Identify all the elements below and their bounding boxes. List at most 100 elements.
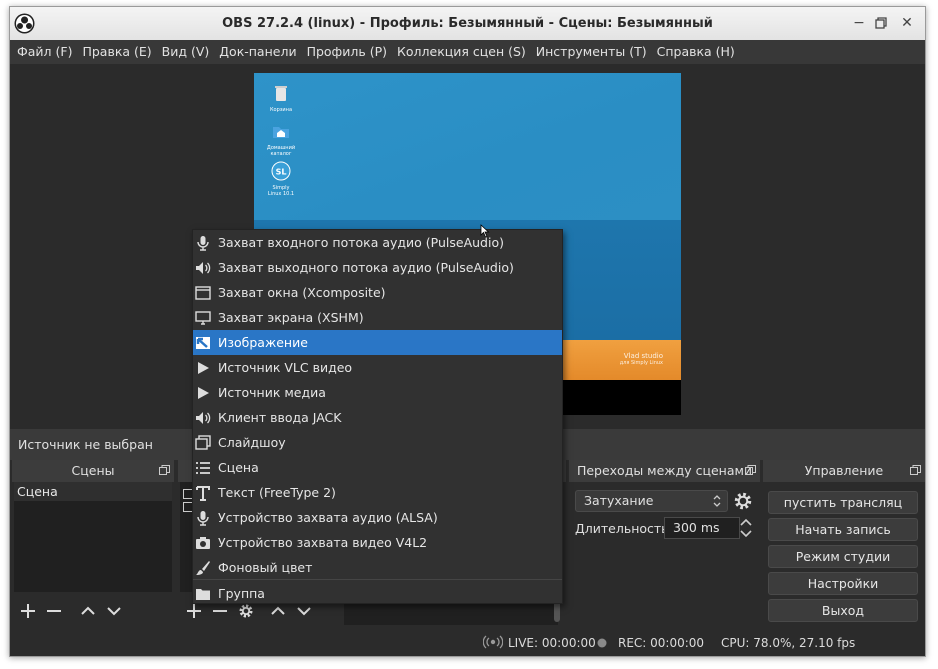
move-source-down-button[interactable] xyxy=(294,601,314,621)
menu-item-label: Слайдшоу xyxy=(218,435,286,450)
menu-item-color-source[interactable]: Фоновый цвет xyxy=(193,555,562,580)
remove-scene-button[interactable] xyxy=(44,601,64,621)
menu-item-audio-output-pulse[interactable]: Захват выходного потока аудио (PulseAudi… xyxy=(193,255,562,280)
menu-item-vlc-source[interactable]: Источник VLC видео xyxy=(193,355,562,380)
plus-icon xyxy=(187,604,201,618)
menu-file[interactable]: Файл (F) xyxy=(12,40,77,64)
window-title: OBS 27.2.4 (linux) - Профиль: Безымянный… xyxy=(222,16,713,31)
scenes-toolbar xyxy=(14,597,124,625)
window-icon xyxy=(195,286,211,300)
close-icon[interactable]: ✕ xyxy=(896,13,918,33)
wallpaper-watermark: Vlad studio для Simply Linux xyxy=(620,353,663,367)
menu-help[interactable]: Справка (H) xyxy=(652,40,740,64)
rec-timer: REC: 00:00:00 xyxy=(618,636,705,650)
transitions-dock-title: Переходы между сценами xyxy=(569,460,760,482)
home-folder-icon xyxy=(273,127,289,138)
microphone-icon xyxy=(197,511,209,526)
obs-logo-icon xyxy=(14,13,35,34)
menu-item-label: Клиент ввода JACK xyxy=(218,410,342,425)
duration-spinbox[interactable]: 300 ms xyxy=(664,517,740,539)
status-bar: LIVE: 00:00:00 REC: 00:00:00 CPU: 78.0%,… xyxy=(10,625,925,656)
maximize-icon[interactable] xyxy=(870,13,892,33)
menu-item-jack-client[interactable]: Клиент ввода JACK xyxy=(193,405,562,430)
menu-item-window-capture[interactable]: Захват окна (Xcomposite) xyxy=(193,280,562,305)
controls-dock: Управление пустить трансляц Начать запис… xyxy=(763,460,925,625)
desktop-simply: SL Simply Linux 10.1 xyxy=(266,161,296,197)
menu-item-label: Изображение xyxy=(218,335,308,350)
live-timer: LIVE: 00:00:00 xyxy=(508,636,596,650)
desktop-icon-label: Корзина xyxy=(269,107,293,113)
menu-item-label: Группа xyxy=(218,586,265,601)
image-icon xyxy=(196,337,210,349)
minimize-icon[interactable]: − xyxy=(848,13,870,33)
start-recording-button[interactable]: Начать запись xyxy=(768,518,918,541)
menu-item-label: Текст (FreeType 2) xyxy=(218,485,336,500)
desktop-icon-label: Домашний каталог xyxy=(266,145,296,157)
menu-item-screen-capture[interactable]: Захват экрана (XSHM) xyxy=(193,305,562,330)
scenes-list[interactable]: Сцена xyxy=(14,482,172,592)
menu-docks[interactable]: Док-панели xyxy=(214,40,301,64)
move-source-up-button[interactable] xyxy=(268,601,288,621)
menu-item-alsa-capture[interactable]: Устройство захвата аудио (ALSA) xyxy=(193,505,562,530)
cpu-fps-status: CPU: 78.0%, 27.10 fps xyxy=(721,636,856,650)
scene-item[interactable]: Сцена xyxy=(14,482,172,501)
chevron-down-icon xyxy=(107,607,121,616)
trash-icon xyxy=(275,86,287,101)
menu-item-label: Устройство захвата видео V4L2 xyxy=(218,535,428,550)
menu-item-label: Захват выходного потока аудио (PulseAudi… xyxy=(218,260,514,275)
menu-item-audio-input-pulse[interactable]: Захват входного потока аудио (PulseAudio… xyxy=(193,230,562,255)
minus-icon xyxy=(47,610,61,612)
gear-icon xyxy=(239,604,253,618)
transition-settings-gear-icon[interactable] xyxy=(733,491,753,511)
menu-item-group[interactable]: Группа xyxy=(193,581,562,603)
watermark-line: Vlad studio xyxy=(623,352,663,360)
source-properties-button[interactable] xyxy=(236,601,256,621)
transition-select-value: Затухание xyxy=(584,493,654,508)
float-dock-icon[interactable] xyxy=(159,465,170,475)
add-source-button[interactable] xyxy=(184,601,204,621)
folder-icon xyxy=(196,589,210,600)
menu-scene-collection[interactable]: Коллекция сцен (S) xyxy=(392,40,531,64)
start-streaming-button[interactable]: пустить трансляц xyxy=(768,491,918,514)
menu-profile[interactable]: Профиль (P) xyxy=(302,40,392,64)
remove-source-button[interactable] xyxy=(210,601,230,621)
scenes-dock-title: Сцены xyxy=(12,460,174,482)
studio-mode-button[interactable]: Режим студии xyxy=(768,545,918,568)
slideshow-icon xyxy=(195,435,211,450)
microphone-icon xyxy=(197,236,209,251)
menu-item-image[interactable]: Изображение xyxy=(193,330,562,355)
float-dock-icon[interactable] xyxy=(745,465,756,475)
play-icon xyxy=(198,362,209,374)
menu-item-label: Фоновый цвет xyxy=(218,560,313,575)
add-source-menu[interactable]: Захват входного потока аудио (PulseAudio… xyxy=(192,229,563,604)
transition-select[interactable]: Затухание xyxy=(575,490,728,512)
menu-item-slideshow[interactable]: Слайдшоу xyxy=(193,430,562,455)
spin-arrows-icon[interactable] xyxy=(739,517,753,539)
menu-item-text[interactable]: Текст (FreeType 2) xyxy=(193,480,562,505)
scenes-dock: Сцены Сцена xyxy=(12,460,174,625)
exit-button[interactable]: Выход xyxy=(768,599,918,622)
chevron-up-icon xyxy=(81,606,95,615)
menu-item-scene[interactable]: Сцена xyxy=(193,455,562,480)
list-icon xyxy=(196,462,210,474)
move-scene-up-button[interactable] xyxy=(78,601,98,621)
float-dock-icon[interactable] xyxy=(910,465,921,475)
source-status-text: Источник не выбран xyxy=(18,437,153,452)
add-scene-button[interactable] xyxy=(18,601,38,621)
menu-item-label: Сцена xyxy=(218,460,259,475)
title-bar[interactable]: OBS 27.2.4 (linux) - Профиль: Безымянный… xyxy=(10,7,925,40)
menu-item-media-source[interactable]: Источник медиа xyxy=(193,380,562,405)
menu-item-label: Источник медиа xyxy=(218,385,326,400)
menu-tools[interactable]: Инструменты (T) xyxy=(531,40,652,64)
menu-item-label: Захват окна (Xcomposite) xyxy=(218,285,386,300)
menu-item-v4l2-capture[interactable]: Устройство захвата видео V4L2 xyxy=(193,530,562,555)
menu-bar: Файл (F) Правка (E) Вид (V) Док-панели П… xyxy=(10,40,925,64)
wallpaper-sky xyxy=(254,73,681,220)
controls-dock-label: Управление xyxy=(804,463,884,478)
menu-edit[interactable]: Правка (E) xyxy=(77,40,156,64)
menu-view[interactable]: Вид (V) xyxy=(157,40,215,64)
settings-button[interactable]: Настройки xyxy=(768,572,918,595)
plus-icon xyxy=(21,604,35,618)
controls-dock-title: Управление xyxy=(763,460,925,482)
move-scene-down-button[interactable] xyxy=(104,601,124,621)
